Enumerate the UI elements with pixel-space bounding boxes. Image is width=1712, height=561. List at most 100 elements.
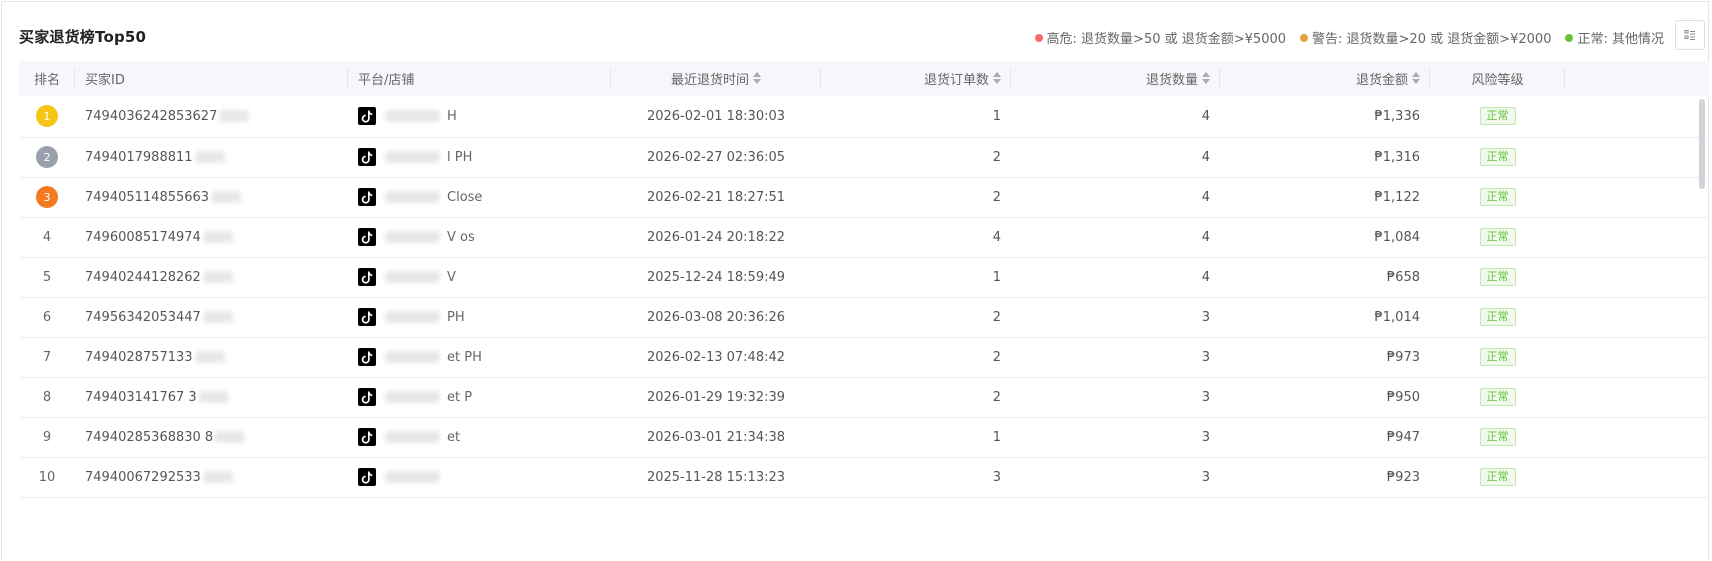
- cell-return-orders: 3: [821, 457, 1011, 498]
- rank-value: 5: [42, 269, 52, 285]
- buyer-id-text: 7494036242853627: [85, 108, 218, 124]
- cell-return-orders: 2: [821, 137, 1011, 178]
- table-row[interactable]: 2 7494017988811 l PH 2026-02-27 02:36:05…: [19, 137, 1709, 178]
- sort-icon[interactable]: [993, 72, 1001, 88]
- cell-store: V os: [348, 217, 611, 258]
- column-header-rank: 排名: [19, 61, 75, 96]
- rank-value: 2: [36, 146, 58, 168]
- rank-value: 1: [36, 105, 58, 128]
- cell-rank: 1: [19, 96, 75, 138]
- cell-risk-level: 正常: [1430, 217, 1565, 258]
- risk-badge: 正常: [1479, 148, 1516, 166]
- rank-value: 9: [42, 429, 52, 445]
- buyer-id-text: 74956342053447: [85, 309, 201, 325]
- tiktok-icon: [358, 228, 376, 246]
- redacted-blur: [385, 311, 440, 323]
- cell-rank: 7: [19, 337, 75, 378]
- table-row[interactable]: 9 74940285368830 8 et 2026-03-01 21:34:3…: [19, 417, 1709, 458]
- cell-return-qty: 3: [1011, 417, 1220, 458]
- normal-dot-icon: [1565, 33, 1574, 42]
- cell-return-orders: 1: [821, 96, 1011, 138]
- table-row[interactable]: 1 7494036242853627 H 2026-02-01 18:30:03…: [19, 96, 1709, 138]
- cell-last-return-time: 2026-01-24 20:18:22: [611, 217, 821, 258]
- cell-return-qty: 3: [1011, 337, 1220, 378]
- rank-value: 8: [42, 389, 52, 405]
- rank-value: 10: [38, 469, 56, 485]
- store-name-text: l PH: [447, 149, 473, 165]
- store-name-text: V os: [447, 229, 475, 245]
- buyer-id-text: 7494028757133: [85, 349, 193, 365]
- tiktok-icon: [358, 268, 376, 286]
- table-row[interactable]: 3 749405114855663 Close 2026-02-21 18:27…: [19, 177, 1709, 218]
- table-row[interactable]: 6 74956342053447 PH 2026-03-08 20:36:26 …: [19, 297, 1709, 338]
- table-row[interactable]: 8 749403141767 3 et P 2026-01-29 19:32:3…: [19, 377, 1709, 418]
- redacted-blur: [194, 351, 225, 363]
- table-row[interactable]: 4 74960085174974 V os 2026-01-24 20:18:2…: [19, 217, 1709, 258]
- sort-icon[interactable]: [1202, 72, 1210, 88]
- ranking-table-container[interactable]: 排名 买家ID 平台/店铺 最近退货时间 退货订单数 退货数量 退货金额 风险等…: [19, 61, 1709, 560]
- cell-store: PH: [348, 297, 611, 338]
- risk-badge: 正常: [1479, 468, 1516, 486]
- cell-return-orders: 2: [821, 177, 1011, 218]
- cell-buyer-id: 74940067292533: [75, 457, 348, 498]
- redacted-blur: [385, 271, 440, 283]
- table-row[interactable]: 5 74940244128262 V 2025-12-24 18:59:49 1…: [19, 257, 1709, 298]
- cell-risk-level: 正常: [1430, 417, 1565, 458]
- rank-value: 4: [42, 229, 52, 245]
- redacted-blur: [202, 311, 233, 323]
- cell-last-return-time: 2025-12-24 18:59:49: [611, 257, 821, 298]
- cell-return-qty: 4: [1011, 257, 1220, 298]
- risk-badge: 正常: [1479, 268, 1516, 286]
- table-row[interactable]: 10 74940067292533 2025-11-28 15:13:23 3 …: [19, 457, 1709, 498]
- cell-last-return-time: 2026-03-08 20:36:26: [611, 297, 821, 338]
- legend-normal-label: 正常: 其他情况: [1577, 32, 1664, 47]
- column-header-spacer: [1565, 61, 1709, 96]
- buyer-id-text: 74940285368830 8: [85, 429, 214, 445]
- cell-last-return-time: 2026-02-01 18:30:03: [611, 96, 821, 138]
- column-header-return-orders[interactable]: 退货订单数: [821, 61, 1011, 96]
- redacted-blur: [202, 231, 233, 243]
- column-header-return-qty[interactable]: 退货数量: [1011, 61, 1220, 96]
- cell-risk-level: 正常: [1430, 177, 1565, 218]
- sort-icon[interactable]: [753, 72, 761, 88]
- cell-return-amount: ₱1,014: [1220, 297, 1430, 338]
- cell-return-amount: ₱1,122: [1220, 177, 1430, 218]
- table-scrollbar[interactable]: [1699, 99, 1705, 189]
- rank-value: 6: [42, 309, 52, 325]
- cell-spacer: [1565, 417, 1709, 458]
- cell-spacer: [1565, 177, 1709, 218]
- redacted-blur: [385, 151, 440, 163]
- cell-return-qty: 3: [1011, 297, 1220, 338]
- cell-return-orders: 1: [821, 417, 1011, 458]
- cell-risk-level: 正常: [1430, 337, 1565, 378]
- cell-return-amount: ₱947: [1220, 417, 1430, 458]
- column-settings-button[interactable]: [1675, 20, 1705, 50]
- table-row[interactable]: 7 7494028757133 et PH 2026-02-13 07:48:4…: [19, 337, 1709, 378]
- redacted-blur: [215, 431, 246, 443]
- cell-store: et P: [348, 377, 611, 418]
- risk-badge: 正常: [1479, 107, 1516, 126]
- cell-return-qty: 4: [1011, 137, 1220, 178]
- redacted-blur: [385, 231, 440, 243]
- cell-risk-level: 正常: [1430, 377, 1565, 418]
- legend-high-risk-label: 高危: 退货数量>50 或 退货金额>¥5000: [1046, 32, 1287, 47]
- tiktok-icon: [358, 468, 376, 486]
- risk-legend: 高危: 退货数量>50 或 退货金额>¥5000 警告: 退货数量>20 或 退…: [1034, 28, 1664, 47]
- risk-badge: 正常: [1479, 388, 1516, 406]
- cell-spacer: [1565, 257, 1709, 298]
- column-header-store: 平台/店铺: [348, 61, 611, 96]
- redacted-blur: [198, 391, 229, 403]
- redacted-blur: [385, 351, 440, 363]
- legend-warning: 警告: 退货数量>20 或 退货金额>¥2000: [1300, 28, 1551, 47]
- cell-store: H: [348, 96, 611, 138]
- store-name-text: PH: [447, 309, 465, 325]
- legend-warning-label: 警告: 退货数量>20 或 退货金额>¥2000: [1312, 32, 1552, 47]
- column-header-return-amount[interactable]: 退货金额: [1220, 61, 1430, 96]
- column-settings-icon: [1684, 30, 1695, 40]
- sort-icon[interactable]: [1412, 72, 1420, 88]
- tiktok-icon: [358, 188, 376, 206]
- tiktok-icon: [358, 148, 376, 166]
- cell-return-amount: ₱950: [1220, 377, 1430, 418]
- column-header-last-return-time[interactable]: 最近退货时间: [611, 61, 821, 96]
- high-risk-dot-icon: [1034, 33, 1043, 42]
